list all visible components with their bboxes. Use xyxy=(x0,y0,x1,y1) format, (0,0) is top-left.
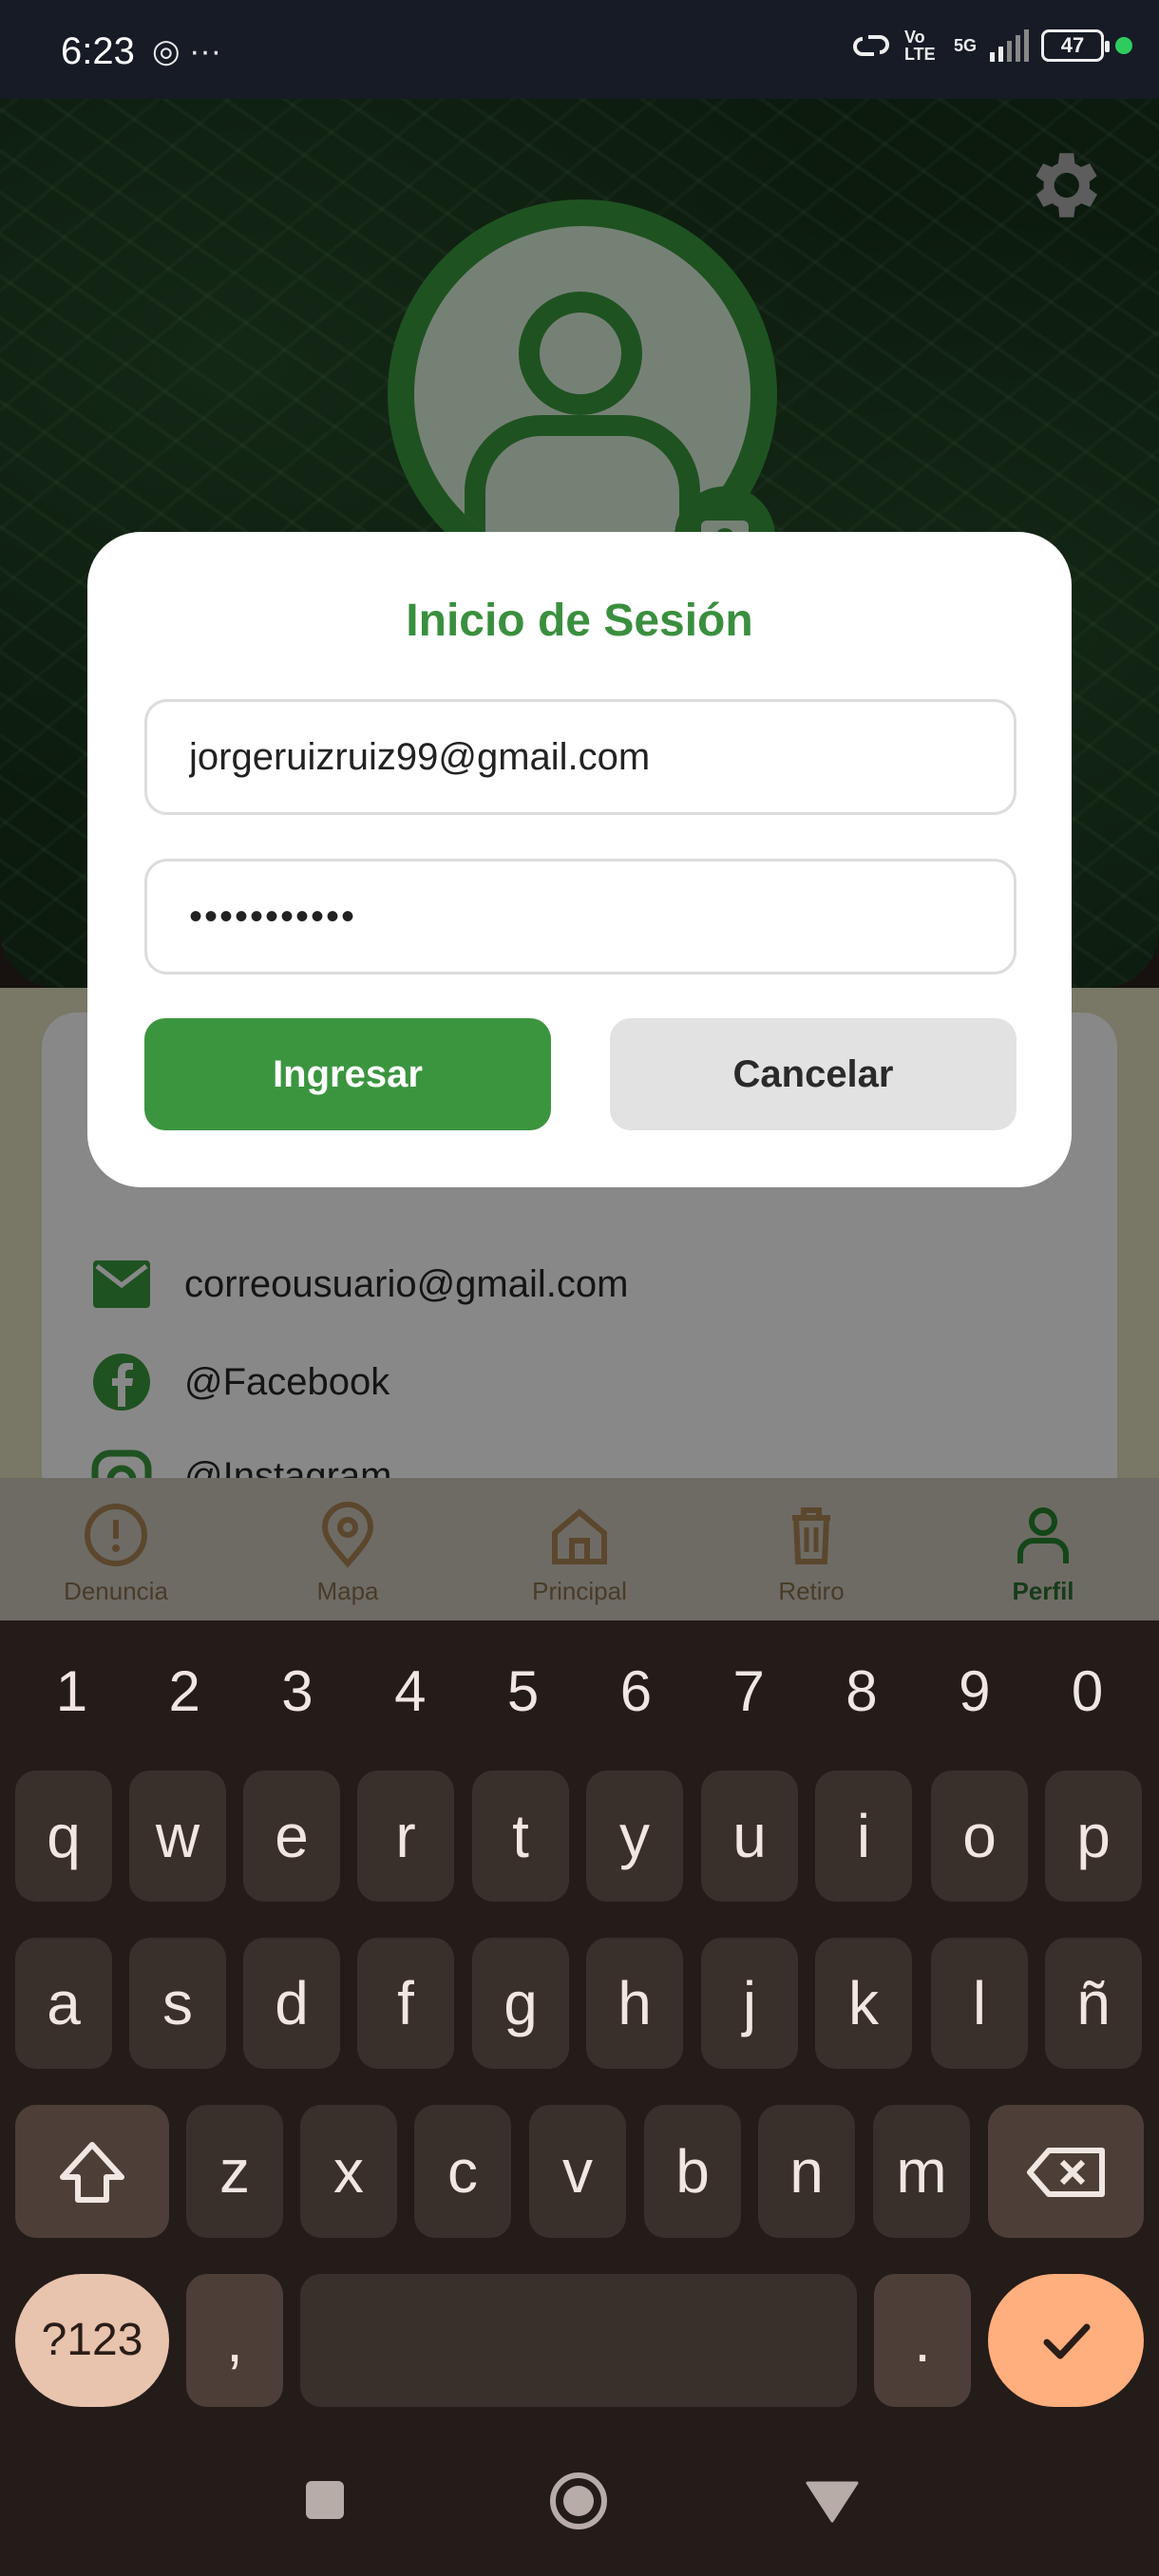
shift-key[interactable] xyxy=(15,2105,169,2238)
dialog-title: Inicio de Sesión xyxy=(406,596,753,646)
recents-icon[interactable] xyxy=(302,2477,348,2523)
key-e[interactable]: e xyxy=(243,1771,340,1902)
key-1[interactable]: 1 xyxy=(19,1647,124,1736)
key-n-tilde[interactable]: ñ xyxy=(1045,1938,1142,2069)
key-6[interactable]: 6 xyxy=(583,1647,688,1736)
key-x[interactable]: x xyxy=(300,2105,397,2238)
login-button[interactable]: Ingresar xyxy=(144,1018,551,1130)
key-g[interactable]: g xyxy=(472,1938,569,2069)
privacy-dot xyxy=(1115,37,1132,54)
status-right-icons: Vo LTE 5G 47 xyxy=(849,28,1132,63)
key-f[interactable]: f xyxy=(357,1938,454,2069)
home-button-icon[interactable] xyxy=(547,2470,610,2532)
key-y[interactable]: y xyxy=(586,1771,683,1902)
shift-icon xyxy=(60,2142,124,2203)
comma-key[interactable]: , xyxy=(186,2274,283,2407)
key-4[interactable]: 4 xyxy=(358,1647,463,1736)
key-m[interactable]: m xyxy=(873,2105,970,2238)
backspace-icon xyxy=(1027,2148,1105,2197)
key-2[interactable]: 2 xyxy=(132,1647,237,1736)
key-7[interactable]: 7 xyxy=(696,1647,801,1736)
key-k[interactable]: k xyxy=(815,1938,912,2069)
key-t[interactable]: t xyxy=(472,1771,569,1902)
password-field[interactable] xyxy=(144,859,1016,975)
volte-indicator: Vo LTE xyxy=(903,28,936,64)
key-p[interactable]: p xyxy=(1045,1771,1142,1902)
system-navigation xyxy=(0,2437,1159,2576)
key-q[interactable]: q xyxy=(15,1771,112,1902)
key-o[interactable]: o xyxy=(931,1771,1028,1902)
key-3[interactable]: 3 xyxy=(245,1647,350,1736)
number-row: 1 2 3 4 5 6 7 8 9 0 xyxy=(0,1647,1159,1736)
key-5[interactable]: 5 xyxy=(471,1647,576,1736)
key-h[interactable]: h xyxy=(586,1938,683,2069)
back-icon[interactable] xyxy=(806,2479,859,2523)
key-n[interactable]: n xyxy=(758,2105,855,2238)
key-c[interactable]: c xyxy=(414,2105,511,2238)
key-v[interactable]: v xyxy=(529,2105,626,2238)
key-l[interactable]: l xyxy=(931,1938,1028,2069)
key-s[interactable]: s xyxy=(129,1938,226,2069)
notification-icons: ◎ ··· xyxy=(152,33,222,69)
check-icon xyxy=(1043,2323,1091,2359)
key-b[interactable]: b xyxy=(644,2105,741,2238)
space-bar[interactable] xyxy=(300,2274,857,2407)
status-bar: 6:23 ◎ ··· Vo LTE 5G 47 xyxy=(0,0,1159,99)
link-icon xyxy=(853,35,889,56)
period-key[interactable]: . xyxy=(874,2274,971,2407)
symbols-key[interactable]: ?123 xyxy=(15,2274,169,2407)
login-dialog: Inicio de Sesión Ingresar Cancelar xyxy=(87,532,1072,1187)
key-a[interactable]: a xyxy=(15,1938,112,2069)
cancel-button[interactable]: Cancelar xyxy=(610,1018,1016,1130)
key-9[interactable]: 9 xyxy=(922,1647,1027,1736)
key-8[interactable]: 8 xyxy=(809,1647,914,1736)
status-time: 6:23 xyxy=(61,30,135,72)
key-0[interactable]: 0 xyxy=(1036,1647,1140,1736)
enter-key[interactable] xyxy=(988,2274,1144,2407)
backspace-key[interactable] xyxy=(988,2105,1144,2238)
keyboard: 1 2 3 4 5 6 7 8 9 0 q w e r t y u i o p … xyxy=(0,1620,1159,2437)
email-field[interactable] xyxy=(144,699,1016,815)
key-j[interactable]: j xyxy=(701,1938,798,2069)
battery-indicator: 47 xyxy=(1041,29,1110,62)
signal-icon xyxy=(990,29,1029,62)
key-d[interactable]: d xyxy=(243,1938,340,2069)
key-r[interactable]: r xyxy=(357,1771,454,1902)
network-indicator: 5G xyxy=(953,36,977,55)
key-w[interactable]: w xyxy=(129,1771,226,1902)
key-i[interactable]: i xyxy=(815,1771,912,1902)
key-z[interactable]: z xyxy=(186,2105,283,2238)
key-u[interactable]: u xyxy=(701,1771,798,1902)
